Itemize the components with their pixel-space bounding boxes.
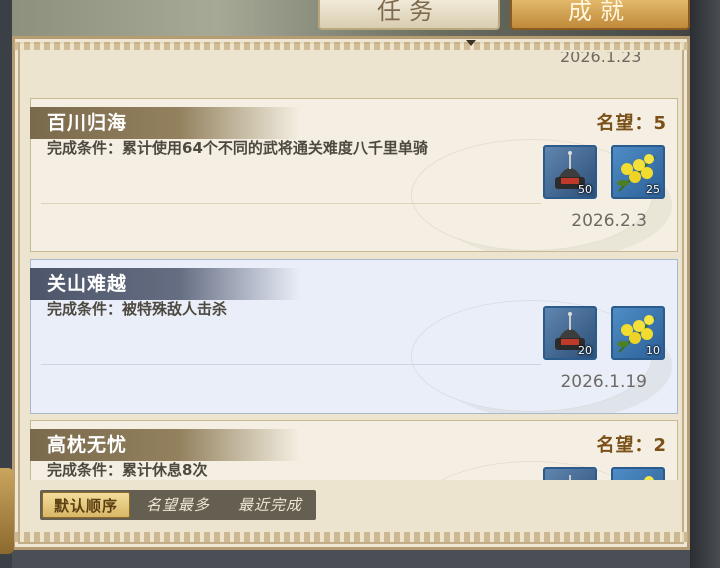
reward-count: 50 bbox=[578, 183, 592, 196]
achievement-list[interactable]: 2026.1.23 百川归海 名望：5 完成条件：累计使用64个不同的武将通关难… bbox=[16, 52, 684, 480]
reward-count: 10 bbox=[646, 344, 660, 357]
achievement-card-selected[interactable]: 关山难越 完成条件：被特殊敌人击杀 20 10 2026.1.19 bbox=[30, 259, 678, 414]
completion-date: 2026.2.3 bbox=[571, 211, 647, 231]
achievement-title: 高枕无忧 bbox=[47, 434, 128, 456]
sort-default-button[interactable]: 默认顺序 bbox=[42, 492, 130, 518]
sort-bar: 默认顺序 名望最多 最近完成 bbox=[40, 490, 316, 520]
frame-top-border bbox=[14, 42, 688, 50]
tab-pointer-icon bbox=[466, 40, 476, 46]
achievement-title: 百川归海 bbox=[47, 112, 128, 134]
reward-item-armor[interactable] bbox=[543, 467, 597, 480]
completion-date: 2026.1.19 bbox=[560, 372, 647, 392]
sort-by-fame-button[interactable]: 名望最多 bbox=[138, 492, 218, 518]
yellow-flower-icon bbox=[644, 476, 654, 480]
right-side-panel bbox=[690, 0, 720, 568]
divider bbox=[41, 203, 541, 204]
reward-item-armor[interactable]: 50 bbox=[543, 145, 597, 199]
achievement-condition: 完成条件：累计休息8次 bbox=[47, 461, 208, 479]
achievement-condition: 完成条件：被特殊敌人击杀 bbox=[47, 300, 228, 318]
previous-item-date: 2026.1.23 bbox=[560, 52, 642, 62]
achievement-title: 关山难越 bbox=[47, 273, 128, 295]
achievement-card[interactable]: 百川归海 名望：5 完成条件：累计使用64个不同的武将通关难度八千里单骑 50 bbox=[30, 98, 678, 252]
frame-bottom-border bbox=[14, 532, 688, 542]
tab-tasks-label: 任务 bbox=[377, 0, 441, 25]
armor-helmet-icon bbox=[569, 475, 571, 480]
reward-item-flower[interactable] bbox=[611, 467, 665, 480]
reward-item-armor[interactable]: 20 bbox=[543, 306, 597, 360]
divider bbox=[41, 364, 541, 365]
tab-achievements-label: 成就 bbox=[568, 0, 632, 25]
tab-tasks[interactable]: 任务 bbox=[318, 0, 500, 30]
achievement-condition: 完成条件：累计使用64个不同的武将通关难度八千里单骑 bbox=[47, 139, 428, 157]
achievement-card[interactable]: 高枕无忧 名望：2 完成条件：累计休息8次 bbox=[30, 420, 678, 480]
reward-count: 25 bbox=[646, 183, 660, 196]
left-ornament bbox=[0, 468, 14, 554]
reward-item-flower[interactable]: 10 bbox=[611, 306, 665, 360]
sort-by-recent-button[interactable]: 最近完成 bbox=[228, 492, 312, 518]
reward-item-flower[interactable]: 25 bbox=[611, 145, 665, 199]
reward-count: 20 bbox=[578, 344, 592, 357]
tab-achievements[interactable]: 成就 bbox=[510, 0, 690, 30]
fame-reward: 名望：2 bbox=[596, 435, 667, 456]
fame-reward: 名望：5 bbox=[596, 113, 667, 134]
